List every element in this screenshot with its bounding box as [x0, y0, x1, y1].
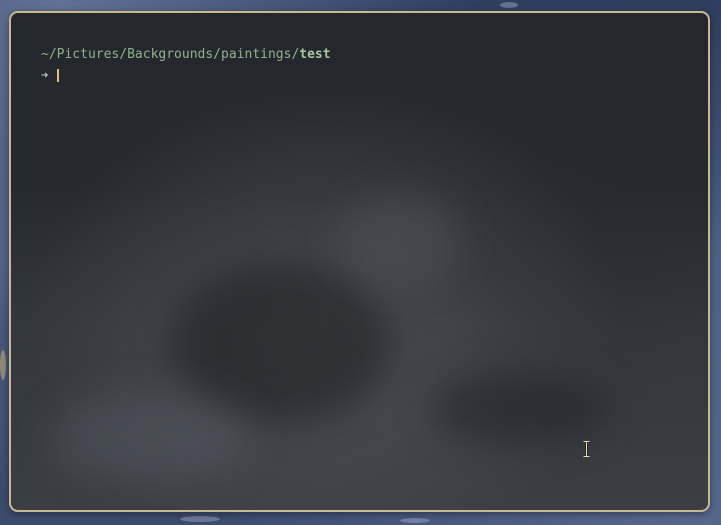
- terminal-window[interactable]: ~/Pictures/Backgrounds/paintings/test ➜: [9, 11, 710, 512]
- text-cursor: [57, 68, 59, 82]
- cwd-line: ~/Pictures/Backgrounds/paintings/test: [41, 45, 331, 65]
- prompt-line[interactable]: ➜: [41, 65, 331, 85]
- desktop-wallpaper: ~/Pictures/Backgrounds/paintings/test ➜: [0, 0, 721, 525]
- cwd-path: ~/Pictures/Backgrounds/paintings/: [41, 47, 300, 62]
- wallpaper-detail: [500, 2, 518, 8]
- wallpaper-detail: [400, 518, 430, 523]
- cwd-current-dir: test: [299, 47, 331, 62]
- prompt-arrow-icon: ➜: [41, 68, 49, 82]
- wallpaper-detail: [180, 516, 220, 522]
- ibeam-cursor-icon: [583, 441, 590, 457]
- wallpaper-detail: [0, 350, 6, 380]
- terminal-output[interactable]: ~/Pictures/Backgrounds/paintings/test ➜: [41, 45, 331, 85]
